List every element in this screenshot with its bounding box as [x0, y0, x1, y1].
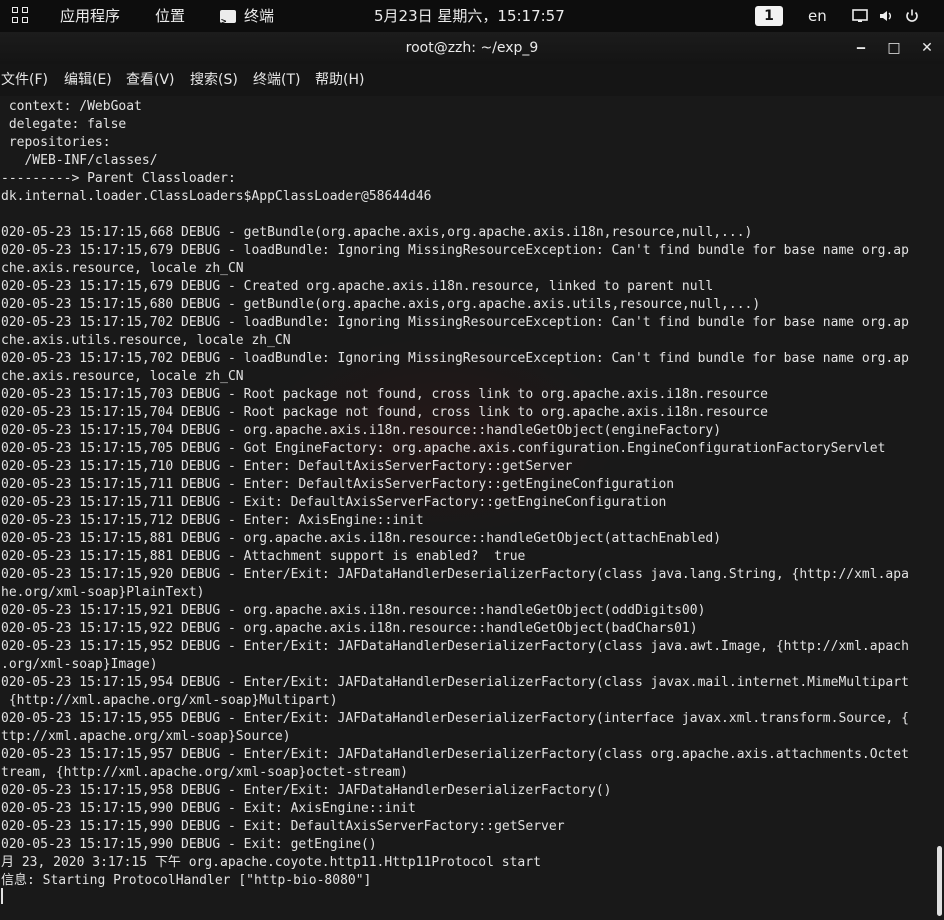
- terminal-line: 020-05-23 15:17:15,712 DEBUG - Enter: Ax…: [1, 513, 424, 528]
- terminal-lines: context: /WebGoat delegate: false reposi…: [1, 98, 928, 890]
- workspace-indicator[interactable]: 1: [755, 6, 783, 26]
- terminal-line: he.org/xml-soap}PlainText): [1, 585, 205, 600]
- terminal-app-menu[interactable]: 终端: [220, 0, 275, 38]
- system-top-bar: 应用程序 位置 终端 5月23日 星期六，15:17:57 1 en: [0, 0, 944, 38]
- keyboard-layout-indicator[interactable]: en: [808, 0, 827, 32]
- terminal-line: 020-05-23 15:17:15,920 DEBUG - Enter/Exi…: [1, 567, 909, 582]
- terminal-line: 020-05-23 15:17:15,711 DEBUG - Exit: Def…: [1, 495, 667, 510]
- display-icon: [852, 8, 868, 24]
- terminal-line: che.axis.utils.resource, locale zh_CN: [1, 333, 291, 348]
- terminal-line: 020-05-23 15:17:15,668 DEBUG - getBundle…: [1, 225, 753, 240]
- menu-edit[interactable]: 编辑(E): [64, 64, 112, 96]
- terminal-line: 020-05-23 15:17:15,679 DEBUG - Created o…: [1, 279, 714, 294]
- terminal-line: 020-05-23 15:17:15,679 DEBUG - loadBundl…: [1, 243, 909, 258]
- menu-view[interactable]: 查看(V): [126, 64, 175, 96]
- terminal-line: 020-05-23 15:17:15,710 DEBUG - Enter: De…: [1, 459, 573, 474]
- terminal-line: 020-05-23 15:17:15,680 DEBUG - getBundle…: [1, 297, 761, 312]
- terminal-line: 020-05-23 15:17:15,702 DEBUG - loadBundl…: [1, 315, 909, 330]
- terminal-line: 020-05-23 15:17:15,954 DEBUG - Enter/Exi…: [1, 675, 909, 690]
- terminal-line: 020-05-23 15:17:15,921 DEBUG - org.apach…: [1, 603, 706, 618]
- terminal-line: dk.internal.loader.ClassLoaders$AppClass…: [1, 189, 432, 204]
- window-title-bar[interactable]: root@zzh: ~/exp_9 ‒ □ ✕: [0, 32, 944, 64]
- window-title: root@zzh: ~/exp_9: [405, 40, 539, 56]
- scrollbar-thumb[interactable]: [937, 846, 942, 916]
- terminal-line: /WEB-INF/classes/: [1, 153, 158, 168]
- terminal-line: 020-05-23 15:17:15,990 DEBUG - Exit: Def…: [1, 819, 565, 834]
- app-grid-icon[interactable]: [12, 7, 30, 25]
- terminal-line: context: /WebGoat: [1, 99, 142, 114]
- terminal-line: 020-05-23 15:17:15,711 DEBUG - Enter: De…: [1, 477, 675, 492]
- terminal-menu-bar: 文件(F) 编辑(E) 查看(V) 搜索(S) 终端(T) 帮助(H): [0, 64, 944, 96]
- terminal-line: che.axis.resource, locale zh_CN: [1, 369, 244, 384]
- minimize-button[interactable]: ‒: [851, 38, 871, 58]
- terminal-line: {http://xml.apache.org/xml-soap}Multipar…: [1, 693, 338, 708]
- terminal-scrollbar[interactable]: [934, 96, 944, 920]
- clock[interactable]: 5月23日 星期六，15:17:57: [374, 0, 565, 32]
- terminal-line: 020-05-23 15:17:15,958 DEBUG - Enter/Exi…: [1, 783, 612, 798]
- terminal-line: 信息: Starting ProtocolHandler ["http-bio-…: [1, 873, 372, 888]
- terminal-line: 020-05-23 15:17:15,957 DEBUG - Enter/Exi…: [1, 747, 909, 762]
- menu-search[interactable]: 搜索(S): [190, 64, 238, 96]
- terminal-line: ---------> Parent Classloader:: [1, 171, 236, 186]
- terminal-line: 020-05-23 15:17:15,705 DEBUG - Got Engin…: [1, 441, 886, 456]
- terminal-line: tream, {http://xml.apache.org/xml-soap}o…: [1, 765, 408, 780]
- applications-menu[interactable]: 应用程序: [60, 0, 120, 32]
- terminal-line: .org/xml-soap}Image): [1, 657, 158, 672]
- terminal-line: 020-05-23 15:17:15,990 DEBUG - Exit: Axi…: [1, 801, 416, 816]
- terminal-line: 020-05-23 15:17:15,990 DEBUG - Exit: get…: [1, 837, 377, 852]
- terminal-line: 020-05-23 15:17:15,955 DEBUG - Enter/Exi…: [1, 711, 909, 726]
- places-menu[interactable]: 位置: [155, 0, 185, 32]
- terminal-line: 020-05-23 15:17:15,702 DEBUG - loadBundl…: [1, 351, 909, 366]
- terminal-line: 020-05-23 15:17:15,703 DEBUG - Root pack…: [1, 387, 769, 402]
- terminal-line: che.axis.resource, locale zh_CN: [1, 261, 244, 276]
- menu-file[interactable]: 文件(F): [1, 64, 48, 96]
- terminal-line: 020-05-23 15:17:15,922 DEBUG - org.apach…: [1, 621, 698, 636]
- terminal-line: 020-05-23 15:17:15,704 DEBUG - Root pack…: [1, 405, 769, 420]
- close-button[interactable]: ✕: [917, 38, 937, 58]
- terminal-line: ttp://xml.apache.org/xml-soap}Source): [1, 729, 291, 744]
- terminal-line: 020-05-23 15:17:15,952 DEBUG - Enter/Exi…: [1, 639, 909, 654]
- terminal-line: 月 23, 2020 3:17:15 下午 org.apache.coyote.…: [1, 855, 541, 870]
- terminal-line: 020-05-23 15:17:15,881 DEBUG - Attachmen…: [1, 549, 526, 564]
- menu-terminal[interactable]: 终端(T): [253, 64, 300, 96]
- maximize-button[interactable]: □: [884, 38, 904, 58]
- text-cursor: [1, 888, 3, 904]
- terminal-icon: [220, 6, 236, 38]
- terminal-line: 020-05-23 15:17:15,704 DEBUG - org.apach…: [1, 423, 722, 438]
- terminal-line: delegate: false: [1, 117, 127, 132]
- power-icon: [904, 8, 920, 24]
- terminal-line: 020-05-23 15:17:15,881 DEBUG - org.apach…: [1, 531, 722, 546]
- terminal-line: repositories:: [1, 135, 111, 150]
- menu-help[interactable]: 帮助(H): [315, 64, 364, 96]
- terminal-output-area[interactable]: context: /WebGoat delegate: false reposi…: [0, 96, 944, 920]
- volume-icon: [878, 8, 894, 24]
- terminal-app-label: 终端: [244, 7, 275, 25]
